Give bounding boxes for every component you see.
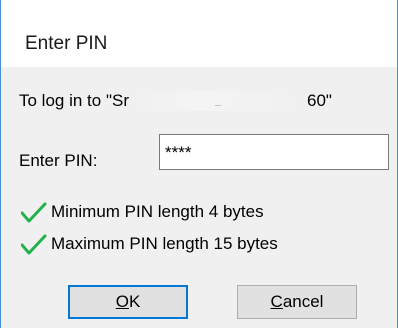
- redacted-token-name: [128, 91, 307, 111]
- enter-pin-dialog: Enter PIN To log in to "Sr 60" Enter PIN:…: [0, 0, 398, 328]
- ok-button[interactable]: OK: [68, 285, 188, 319]
- pin-input[interactable]: [159, 134, 389, 170]
- cancel-button[interactable]: Cancel: [237, 285, 357, 319]
- rule-max-length-text: Maximum PIN length 15 bytes: [51, 234, 278, 253]
- cancel-button-label: ancel: [282, 292, 324, 311]
- rule-max-length: Maximum PIN length 15 bytes: [20, 234, 278, 256]
- login-prompt: To log in to "Sr 60": [19, 91, 332, 111]
- ok-button-label: K: [128, 292, 141, 311]
- title-bar[interactable]: Enter PIN: [1, 0, 397, 67]
- login-prompt-suffix: 60": [306, 91, 332, 110]
- dialog-body: To log in to "Sr 60" Enter PIN: Minimum P…: [1, 67, 397, 328]
- pin-label: Enter PIN:: [19, 151, 98, 170]
- login-prompt-prefix: To log in to "Sr: [19, 91, 129, 110]
- ok-button-accel: O: [115, 292, 129, 311]
- dialog-title: Enter PIN: [25, 33, 108, 54]
- checkmark-icon: [20, 234, 47, 256]
- rule-min-length-text: Minimum PIN length 4 bytes: [51, 202, 264, 221]
- cancel-button-accel: C: [270, 292, 283, 311]
- checkmark-icon: [20, 202, 47, 224]
- rule-min-length: Minimum PIN length 4 bytes: [20, 202, 264, 224]
